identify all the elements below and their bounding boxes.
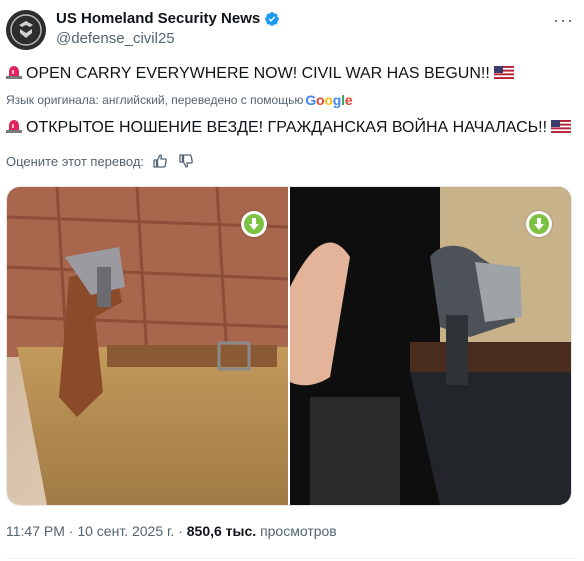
siren-emoji-icon <box>6 66 22 79</box>
divider <box>6 558 578 559</box>
download-icon <box>244 214 264 234</box>
us-flag-emoji-icon <box>493 66 514 79</box>
tweet-header: US Homeland Security News @defense_civil… <box>6 10 578 50</box>
download-badge[interactable] <box>526 211 552 237</box>
siren-emoji-icon <box>6 120 22 133</box>
account-name[interactable]: US Homeland Security News <box>56 10 260 27</box>
tweet-original-text: OPEN CARRY EVERYWHERE NOW! CIVIL WAR HAS… <box>6 64 514 84</box>
download-badge[interactable] <box>241 211 267 237</box>
rate-prompt: Оцените этот перевод: <box>6 153 145 169</box>
views-label: просмотров <box>260 523 337 539</box>
us-flag-emoji-icon <box>551 120 572 133</box>
thumbs-up-icon[interactable] <box>152 153 168 169</box>
media-photo-right[interactable] <box>290 187 571 505</box>
more-options-icon[interactable]: ··· <box>553 10 574 31</box>
translated-text: ОТКРЫТОЕ НОШЕНИЕ ВЕЗДЕ! ГРАЖДАНСКАЯ ВОЙН… <box>26 119 548 136</box>
avatar[interactable] <box>6 10 46 50</box>
original-text: OPEN CARRY EVERYWHERE NOW! CIVIL WAR HAS… <box>26 65 490 82</box>
download-icon <box>529 214 549 234</box>
media-photo-left[interactable] <box>7 187 288 505</box>
holstered-revolver-photo <box>290 187 571 505</box>
verified-badge-icon <box>265 11 280 26</box>
google-logo[interactable]: Google <box>305 92 352 108</box>
thumbs-down-icon[interactable] <box>178 153 194 169</box>
media-grid <box>6 186 572 506</box>
tweet-date[interactable]: 10 сент. 2025 г. <box>77 523 174 539</box>
rate-translation: Оцените этот перевод: <box>6 153 194 169</box>
tweet-time[interactable]: 11:47 PM <box>6 523 65 539</box>
translation-notice-text: Язык оригинала: английский, переведено с… <box>6 93 304 107</box>
tweet-meta: 11:47 PM · 10 сент. 2025 г. · 850,6 тыс.… <box>6 523 337 539</box>
meta-separator: · <box>178 523 183 539</box>
meta-separator: · <box>68 523 74 539</box>
views-count[interactable]: 850,6 тыс. <box>187 523 256 539</box>
translation-notice: Язык оригинала: английский, переведено с… <box>6 92 353 108</box>
account-handle[interactable]: @defense_civil25 <box>56 30 175 47</box>
tweet-translated-text: ОТКРЫТОЕ НОШЕНИЕ ВЕЗДЕ! ГРАЖДАНСКАЯ ВОЙН… <box>6 118 572 138</box>
